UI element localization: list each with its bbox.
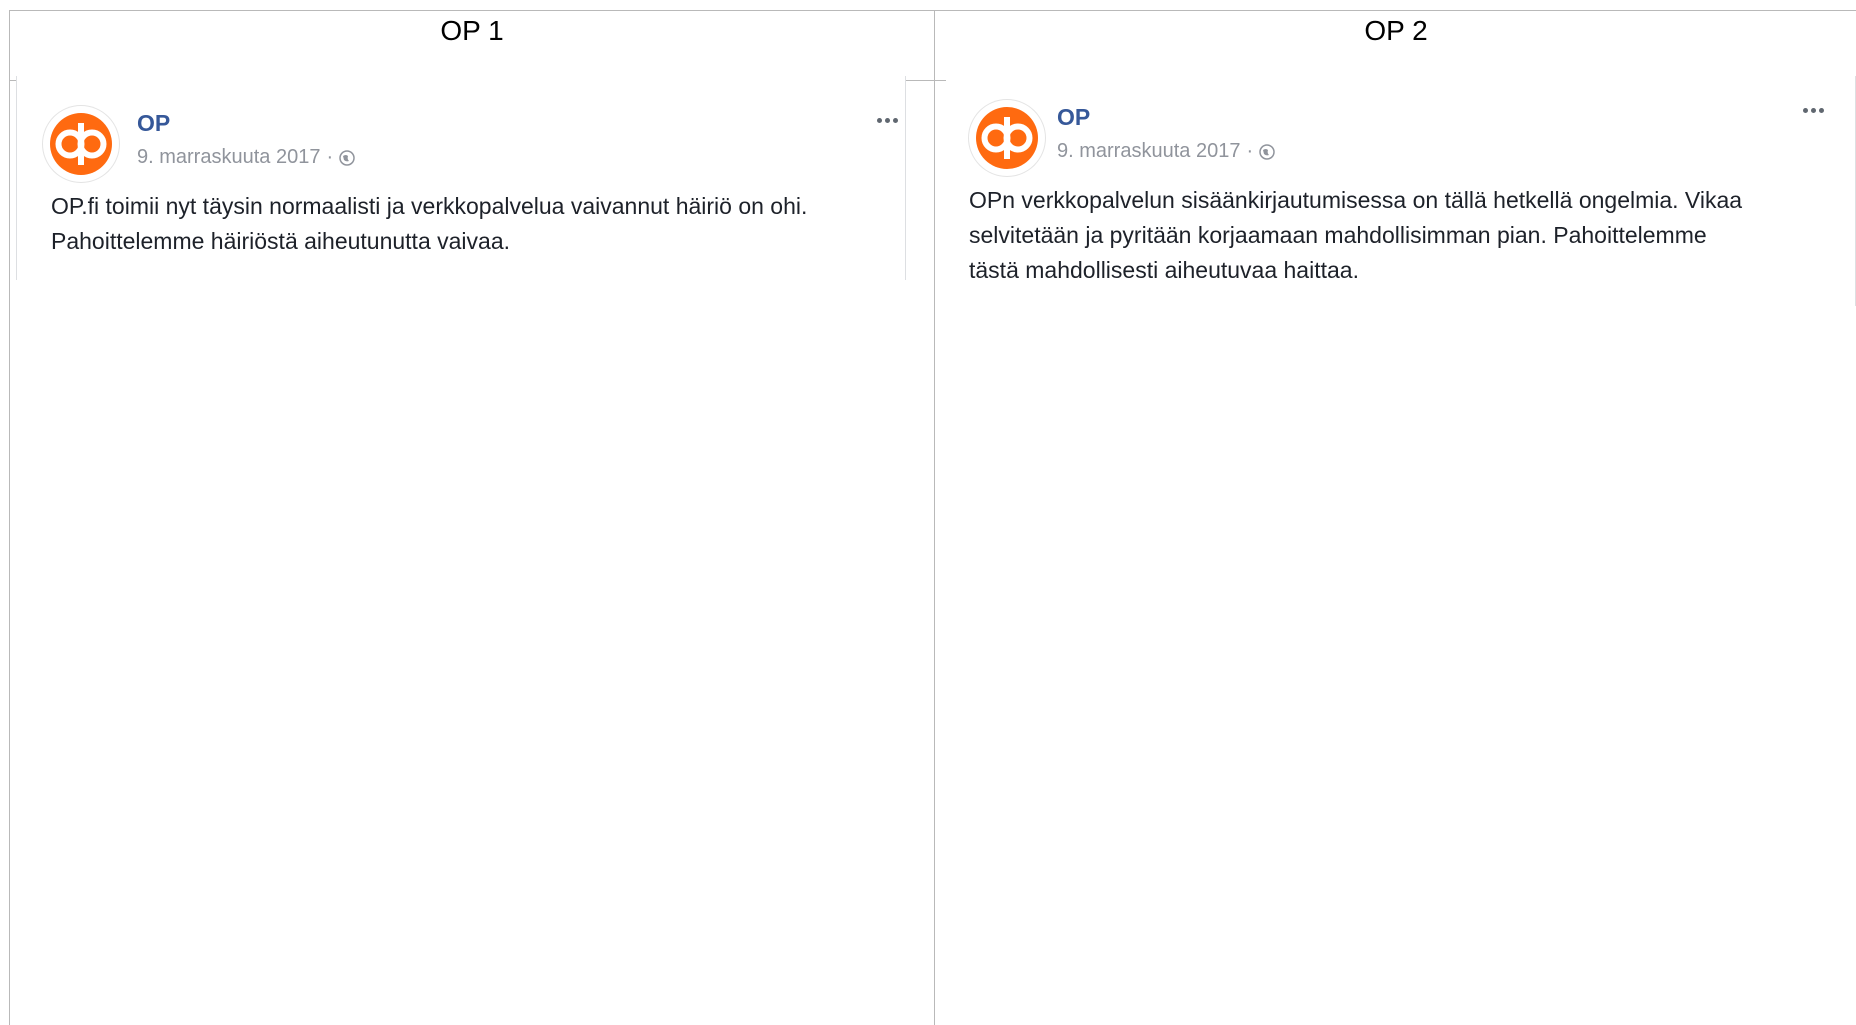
post-text-line: Pahoittelemme häiriöstä aiheutunutta vai… [51, 228, 511, 254]
globe-icon[interactable] [339, 149, 355, 166]
op-logo-icon [976, 107, 1038, 169]
post-meta: 9. marraskuuta 2017 · [137, 146, 355, 169]
post-body: OP.fi toimii nyt täysin normaalisti ja v… [51, 189, 891, 259]
page-avatar[interactable] [43, 106, 119, 182]
meta-separator: · [326, 146, 334, 168]
facebook-post-op2: OP 9. marraskuuta 2017 · OPn verkkopalve… [946, 76, 1856, 306]
globe-icon[interactable] [1259, 143, 1275, 160]
post-text-line: OP.fi toimii nyt täysin normaalisti ja v… [51, 193, 808, 219]
page-avatar[interactable] [969, 100, 1045, 176]
page-name-link[interactable]: OP [137, 110, 170, 137]
meta-separator: · [1246, 140, 1254, 162]
op-logo-icon [50, 113, 112, 175]
table-header-row: OP 1 OP 2 [10, 11, 1856, 81]
more-options-icon[interactable] [1799, 104, 1828, 117]
post-text-line: tästä mahdollisesti aiheutuvaa haittaa. [969, 257, 1359, 283]
post-timestamp[interactable]: 9. marraskuuta 2017 [137, 146, 320, 169]
facebook-post-op1: OP 9. marraskuuta 2017 · OP.fi toimii ny… [16, 76, 906, 280]
post-text-line: OPn verkkopalvelun sisäänkirjautumisessa… [969, 187, 1743, 213]
more-options-icon[interactable] [873, 114, 902, 127]
page-name-link[interactable]: OP [1057, 104, 1090, 131]
post-meta: 9. marraskuuta 2017 · [1057, 140, 1275, 163]
post-text-line: selvitetään ja pyritään korjaamaan mahdo… [969, 222, 1707, 248]
post-body: OPn verkkopalvelun sisäänkirjautumisessa… [969, 183, 1849, 288]
column-divider [934, 11, 935, 1025]
column-header-op1: OP 1 [440, 15, 504, 46]
post-timestamp[interactable]: 9. marraskuuta 2017 [1057, 140, 1240, 163]
column-header-op2: OP 2 [1364, 15, 1428, 46]
